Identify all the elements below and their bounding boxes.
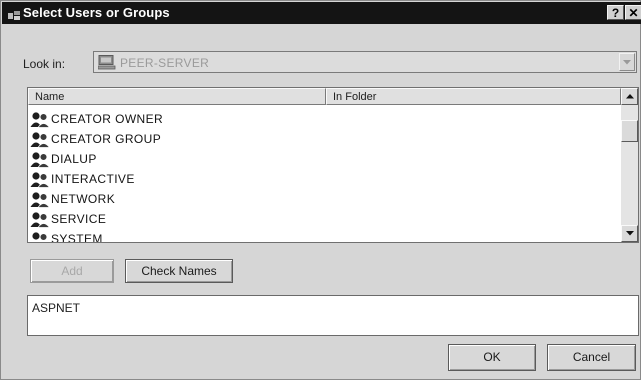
look-in-dropdown[interactable]: PEER-SERVER — [93, 51, 637, 73]
list-item-name: SYSTEM — [51, 232, 103, 243]
chevron-up-icon — [626, 94, 634, 99]
add-button[interactable]: Add — [30, 259, 114, 283]
title-bar[interactable]: Select Users or Groups ? ✕ — [2, 2, 641, 24]
look-in-label: Look in: — [23, 57, 66, 71]
look-in-value: PEER-SERVER — [120, 56, 210, 70]
column-header-in-folder[interactable]: In Folder — [326, 88, 621, 105]
column-header-name[interactable]: Name — [28, 88, 326, 105]
list-item-name: CREATOR OWNER — [51, 112, 164, 126]
check-names-button[interactable]: Check Names — [125, 259, 233, 283]
list-item[interactable]: SERVICE — [30, 210, 610, 230]
list-item[interactable]: CREATOR GROUP — [30, 130, 610, 150]
cancel-button[interactable]: Cancel — [547, 344, 636, 371]
user-group-icon — [30, 231, 50, 242]
list-item[interactable]: INTERACTIVE — [30, 170, 610, 190]
list-item-name: NETWORK — [51, 192, 116, 206]
help-button[interactable]: ? — [607, 5, 624, 20]
list-header: Name In Folder — [28, 88, 621, 105]
selected-names-value: ASPNET — [32, 301, 81, 315]
scroll-thumb[interactable] — [621, 120, 638, 142]
list-item[interactable]: SYSTEM — [30, 230, 610, 243]
dialog-icon — [8, 8, 20, 20]
scroll-up-button[interactable] — [621, 88, 638, 105]
list-item[interactable]: CREATOR OWNER — [30, 110, 610, 130]
list-item-name: INTERACTIVE — [51, 172, 135, 186]
scroll-down-button[interactable] — [621, 225, 638, 242]
chevron-down-icon — [623, 60, 631, 65]
list-item-name: CREATOR GROUP — [51, 132, 162, 146]
dialog-title: Select Users or Groups — [23, 5, 170, 20]
list-item-name: SERVICE — [51, 212, 107, 226]
list-item-name: DIALUP — [51, 152, 97, 166]
vertical-scrollbar[interactable] — [621, 88, 638, 242]
computer-icon — [97, 55, 116, 75]
ok-button[interactable]: OK — [448, 344, 536, 371]
list-item[interactable]: NETWORK — [30, 190, 610, 210]
close-button[interactable]: ✕ — [625, 5, 641, 20]
chevron-down-icon — [626, 231, 634, 236]
dropdown-arrow-button[interactable] — [619, 53, 635, 71]
select-users-dialog: Select Users or Groups ? ✕ Look in: PEER… — [0, 0, 641, 380]
list-item[interactable]: DIALUP — [30, 150, 610, 170]
selected-names-field[interactable]: ASPNET — [27, 295, 639, 336]
users-list[interactable]: Name In Folder CREATOR OWNER CREATOR GRO… — [27, 87, 639, 243]
